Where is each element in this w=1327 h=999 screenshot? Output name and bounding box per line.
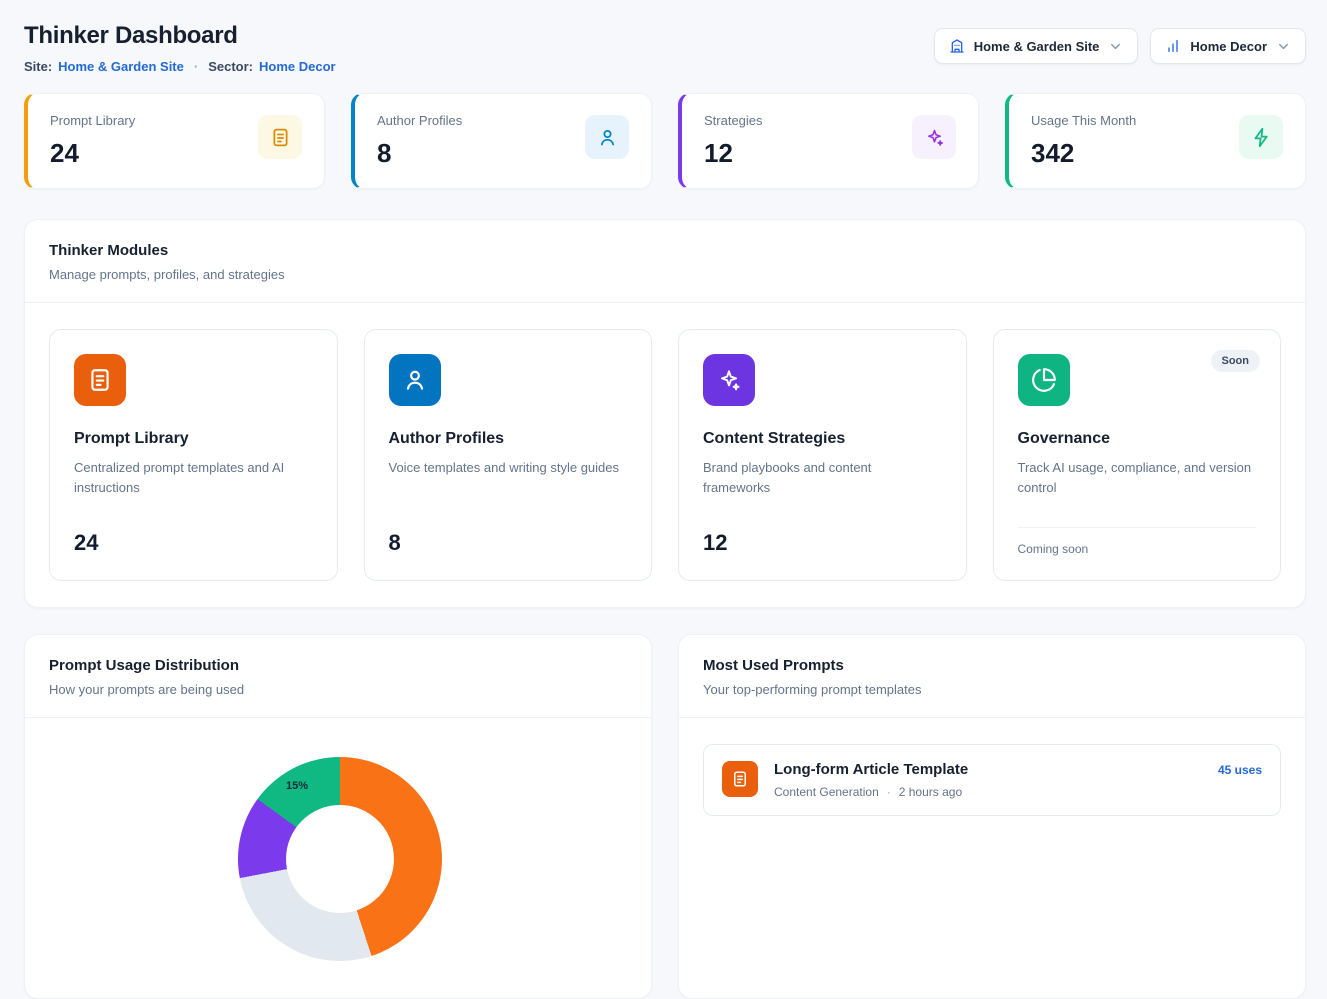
site-link[interactable]: Home & Garden Site (58, 59, 184, 74)
module-description: Track AI usage, compliance, and version … (1018, 458, 1257, 498)
stats-row: Prompt Library 24 Author Profiles 8 Stra… (24, 93, 1306, 189)
module-count: 12 (703, 530, 942, 556)
bolt-icon (1239, 115, 1283, 159)
soon-badge: Soon (1211, 350, 1261, 372)
module-title: Content Strategies (703, 430, 942, 448)
chevron-down-icon (1276, 39, 1291, 54)
prompt-item-category: Content Generation (774, 785, 879, 799)
module-footer: Coming soon (1018, 527, 1257, 556)
site-dropdown[interactable]: Home & Garden Site (934, 28, 1139, 64)
prompts-panel-title: Most Used Prompts (703, 657, 1281, 674)
building-icon (949, 38, 965, 54)
module-count: 8 (389, 530, 628, 556)
stat-info: Strategies 12 (704, 113, 763, 169)
module-card-author-profiles[interactable]: Author Profiles Voice templates and writ… (364, 329, 653, 581)
prompt-item-time: 2 hours ago (899, 785, 962, 799)
bottom-row: Prompt Usage Distribution How your promp… (24, 634, 1306, 999)
module-count: 24 (74, 530, 313, 556)
document-icon (74, 354, 126, 406)
pie-chart-icon (1018, 354, 1070, 406)
module-title: Prompt Library (74, 430, 313, 448)
stat-info: Author Profiles 8 (377, 113, 462, 169)
modules-panel: Thinker Modules Manage prompts, profiles… (24, 219, 1306, 608)
document-icon (722, 761, 758, 797)
stat-info: Prompt Library 24 (50, 113, 135, 169)
site-label: Site: (24, 59, 52, 74)
module-card-prompt-library[interactable]: Prompt Library Centralized prompt templa… (49, 329, 338, 581)
coming-soon-note: Coming soon (1018, 542, 1257, 556)
stat-card-prompt-library: Prompt Library 24 (24, 93, 325, 189)
site-dropdown-label: Home & Garden Site (974, 39, 1100, 54)
sector-link[interactable]: Home Decor (259, 59, 336, 74)
modules-title: Thinker Modules (49, 242, 1281, 259)
breadcrumb-separator: · (194, 59, 198, 74)
header: Thinker Dashboard Site: Home & Garden Si… (24, 22, 1306, 74)
module-title: Author Profiles (389, 430, 628, 448)
meta-separator: · (887, 785, 891, 799)
stat-label: Usage This Month (1031, 113, 1136, 128)
sector-label: Sector: (208, 59, 253, 74)
donut-chart-area: 15% (25, 718, 651, 998)
module-description: Brand playbooks and content frameworks (703, 458, 942, 498)
donut-chart: 15% (238, 757, 442, 961)
stat-label: Prompt Library (50, 113, 135, 128)
prompt-list-item[interactable]: Long-form Article Template Content Gener… (703, 744, 1281, 816)
prompts-list: Long-form Article Template Content Gener… (679, 718, 1305, 842)
person-icon (585, 115, 629, 159)
modules-subtitle: Manage prompts, profiles, and strategies (49, 267, 1281, 282)
module-card-governance[interactable]: Soon Governance Track AI usage, complian… (993, 329, 1282, 581)
module-card-content-strategies[interactable]: Content Strategies Brand playbooks and c… (678, 329, 967, 581)
stat-card-strategies: Strategies 12 (678, 93, 979, 189)
most-used-prompts-panel: Most Used Prompts Your top-performing pr… (678, 634, 1306, 999)
modules-panel-header: Thinker Modules Manage prompts, profiles… (25, 220, 1305, 302)
stat-value: 24 (50, 138, 135, 169)
module-description: Voice templates and writing style guides (389, 458, 628, 478)
stat-info: Usage This Month 342 (1031, 113, 1136, 169)
usage-panel-title: Prompt Usage Distribution (49, 657, 627, 674)
sector-dropdown-label: Home Decor (1190, 39, 1267, 54)
stat-label: Author Profiles (377, 113, 462, 128)
person-icon (389, 354, 441, 406)
prompt-item-uses-badge: 45 uses (1218, 763, 1262, 777)
chevron-down-icon (1108, 39, 1123, 54)
sparkles-icon (912, 115, 956, 159)
prompt-item-meta: Content Generation · 2 hours ago (774, 785, 968, 799)
usage-panel-subtitle: How your prompts are being used (49, 682, 627, 697)
stat-label: Strategies (704, 113, 763, 128)
sparkles-icon (703, 354, 755, 406)
header-left: Thinker Dashboard Site: Home & Garden Si… (24, 22, 336, 74)
prompts-panel-subtitle: Your top-performing prompt templates (703, 682, 1281, 697)
prompt-item-text: Long-form Article Template Content Gener… (774, 761, 968, 799)
bar-chart-icon (1165, 38, 1181, 54)
module-title: Governance (1018, 430, 1257, 448)
header-actions: Home & Garden Site Home Decor (934, 28, 1306, 64)
document-icon (258, 115, 302, 159)
usage-distribution-panel: Prompt Usage Distribution How your promp… (24, 634, 652, 999)
usage-panel-header: Prompt Usage Distribution How your promp… (25, 635, 651, 717)
dashboard-page: Thinker Dashboard Site: Home & Garden Si… (0, 0, 1327, 999)
stat-card-author-profiles: Author Profiles 8 (351, 93, 652, 189)
sector-dropdown[interactable]: Home Decor (1150, 28, 1306, 64)
prompt-item-title: Long-form Article Template (774, 761, 968, 778)
stat-value: 342 (1031, 138, 1136, 169)
module-description: Centralized prompt templates and AI inst… (74, 458, 313, 498)
page-title: Thinker Dashboard (24, 22, 336, 50)
divider (1018, 527, 1257, 528)
modules-grid: Prompt Library Centralized prompt templa… (25, 303, 1305, 607)
stat-value: 8 (377, 138, 462, 169)
stat-card-usage: Usage This Month 342 (1005, 93, 1306, 189)
prompts-panel-header: Most Used Prompts Your top-performing pr… (679, 635, 1305, 717)
stat-value: 12 (704, 138, 763, 169)
breadcrumb: Site: Home & Garden Site · Sector: Home … (24, 59, 336, 74)
donut-segment-label: 15% (286, 780, 308, 792)
